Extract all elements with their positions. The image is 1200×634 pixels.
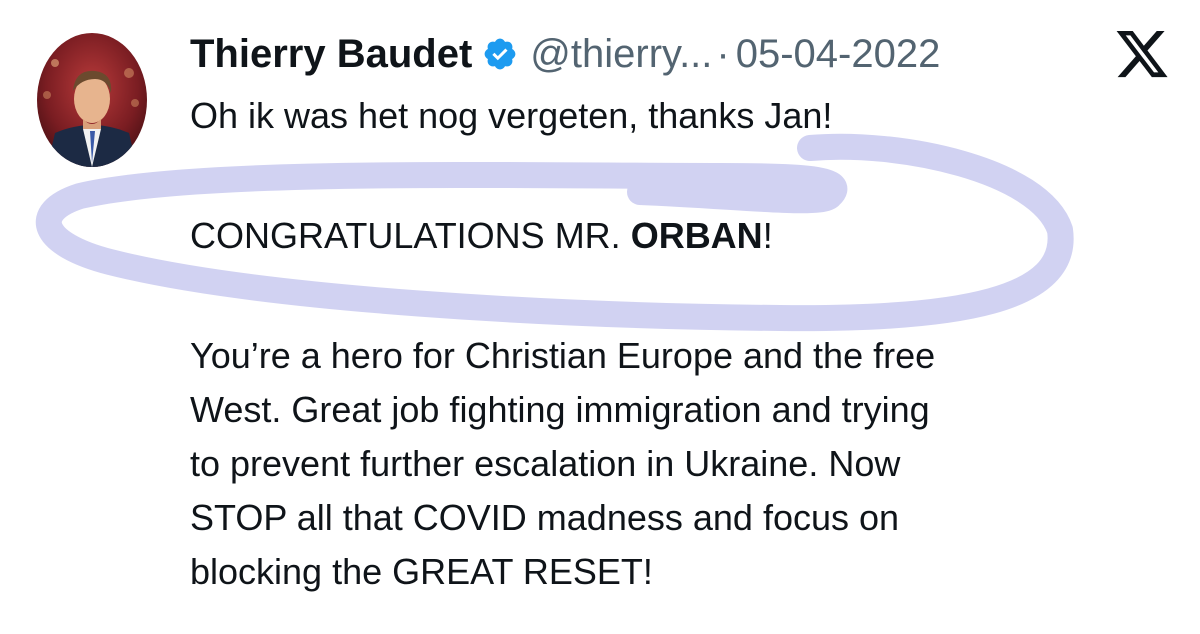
verified-badge-icon	[482, 36, 518, 72]
tweet-card: Thierry Baudet @thierry... · 05-04-2022 …	[0, 0, 1200, 634]
paragraph-line: You’re a hero for Christian Europe and t…	[190, 335, 936, 376]
paragraph-line: blocking the GREAT RESET!	[190, 551, 653, 592]
x-logo-icon[interactable]	[1113, 31, 1171, 83]
congrats-text: CONGRATULATIONS MR.	[190, 215, 631, 256]
congrats-bold-name: ORBAN	[630, 215, 763, 256]
author-name[interactable]: Thierry Baudet	[190, 32, 472, 77]
tweet-date[interactable]: 05-04-2022	[736, 32, 941, 77]
tweet-paragraph: You’re a hero for Christian Europe and t…	[190, 329, 935, 599]
avatar[interactable]	[37, 33, 147, 167]
avatar-image	[37, 33, 147, 167]
separator-dot: ·	[716, 31, 730, 76]
paragraph-line: to prevent further escalation in Ukraine…	[190, 443, 901, 484]
tweet-text-line-1: Oh ik was het nog vergeten, thanks Jan!	[190, 95, 833, 136]
author-handle[interactable]: @thierry...	[530, 32, 712, 77]
tweet-text-line-2: CONGRATULATIONS MR. ORBAN!	[190, 209, 773, 263]
paragraph-line: STOP all that COVID madness and focus on	[190, 497, 900, 538]
congrats-suffix: !	[762, 215, 773, 256]
paragraph-line: West. Great job fighting immigration and…	[190, 389, 930, 430]
tweet-header: Thierry Baudet @thierry... · 05-04-2022	[190, 26, 940, 82]
